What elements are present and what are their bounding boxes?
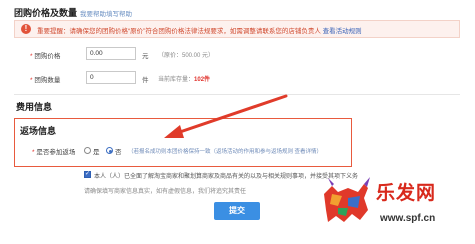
qty-input[interactable]: 0 <box>86 71 136 84</box>
bull-logo-icon <box>324 177 370 222</box>
qty-field-label: * 团购数量 <box>30 77 61 84</box>
rebate-field-label: * 是否参加返场 <box>32 149 76 156</box>
agreement-checkbox[interactable]: ✓ <box>84 171 91 178</box>
rebate-section-title: 返场信息 <box>20 126 57 136</box>
warning-icon: ! <box>21 24 31 34</box>
rebate-no-label[interactable]: 否 <box>115 146 122 156</box>
qty-unit: 件 <box>142 77 149 84</box>
agreement-subtext: 请确保填写商家信息真实，如有虚假信息，我们将追究其责任 <box>84 189 247 195</box>
price-section-title: 团购价格及数量 <box>14 8 78 18</box>
notice-link[interactable]: 查看活动规则 <box>323 28 362 35</box>
rebate-yes-radio[interactable] <box>84 147 91 154</box>
stock-info: 当前库存量：102件 <box>158 77 211 83</box>
price-input[interactable]: 0.00 <box>86 47 136 60</box>
original-price-note: （原价：500.00 元） <box>158 53 215 59</box>
brand-logo-text: 乐发网 <box>376 182 437 204</box>
rebate-hint: （若报名成功则本团价格保持一致（返场活动的作用和参与返场规则 查看详情） <box>128 149 323 155</box>
rebate-yes-label[interactable]: 是 <box>93 146 100 156</box>
rebate-no-radio[interactable] <box>106 147 113 154</box>
price-field-label: * 团购价格 <box>30 53 61 60</box>
price-unit: 元 <box>142 53 149 60</box>
submit-button[interactable]: 提交 <box>214 202 260 220</box>
fee-section-title: 费用信息 <box>16 102 53 112</box>
important-notice: ! 重要提醒：请确保您的团购价格“原价”符合团购价格法律法规要求，如需调整请联系… <box>14 20 460 38</box>
notice-text: 重要提醒：请确保您的团购价格“原价”符合团购价格法律法规要求，如需调整请联系您的… <box>37 28 321 35</box>
brand-url: www.spf.cn <box>380 213 436 224</box>
help-link[interactable]: 我要帮助填写帮助 <box>80 8 132 18</box>
annotation-arrow <box>164 94 288 138</box>
